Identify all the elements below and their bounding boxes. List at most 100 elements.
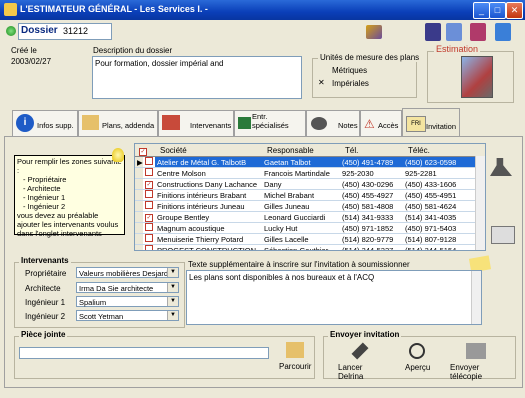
chevron-down-icon: ▼ bbox=[167, 268, 178, 277]
cell-societe: Groupe Bentley bbox=[155, 211, 262, 223]
tab-entr-specialises-label: Entr. spécialisés bbox=[252, 112, 289, 130]
cell-responsable: Dany bbox=[262, 178, 340, 190]
row-checkbox[interactable]: ✓ bbox=[143, 178, 155, 190]
close-button[interactable]: ✕ bbox=[506, 2, 523, 19]
ingenieur1-select[interactable]: Spalium ▼ bbox=[76, 296, 179, 307]
row-checkbox[interactable] bbox=[143, 222, 155, 234]
select-all-checkbox[interactable]: ✓ bbox=[139, 146, 147, 156]
row-checkbox[interactable] bbox=[143, 233, 155, 245]
tab-entr-specialises[interactable]: Entr. spécialisés bbox=[234, 110, 306, 136]
table-row[interactable]: Magnum acoustique Lucky Hut (450) 971-1852… bbox=[135, 222, 475, 234]
supplement-scrollbar[interactable] bbox=[471, 271, 481, 324]
tab-notes-label: Notes bbox=[338, 121, 358, 130]
table-row[interactable]: ✓ Constructions Dany Lachance Dany (450) 43… bbox=[135, 178, 475, 190]
ingenieur1-value: Spalium bbox=[79, 298, 107, 307]
cell-societe: PROGEST CONSTRUCTION bbox=[155, 244, 262, 250]
minimize-button[interactable]: _ bbox=[473, 2, 490, 19]
lancer-delrina-label: Lancer Delrina bbox=[338, 363, 364, 381]
book-icon[interactable] bbox=[470, 23, 486, 41]
cell-telec: (514) 807-9128 bbox=[403, 233, 475, 245]
supplement-label: Texte supplémentaire à inscrire sur l'in… bbox=[188, 260, 410, 269]
cell-tel: (450) 491-4789 bbox=[340, 157, 403, 168]
cell-societe: Menuiserie Thierry Potard bbox=[155, 233, 262, 245]
cell-tel: (450) 581-4808 bbox=[340, 200, 403, 212]
parcourir-button[interactable]: Parcourir bbox=[277, 340, 313, 374]
col-societe[interactable]: Société bbox=[160, 146, 187, 155]
imperial-checkbox[interactable]: ✕ bbox=[318, 79, 326, 87]
proprietaire-select[interactable]: Valeurs mobilières Desjardins ▼ bbox=[76, 267, 179, 278]
col-responsable[interactable]: Responsable bbox=[267, 146, 314, 155]
estimation-label: Estimation bbox=[434, 44, 481, 54]
maximize-button[interactable]: □ bbox=[489, 2, 506, 19]
cell-tel: (450) 430-0296 bbox=[340, 178, 403, 190]
lancer-delrina-button[interactable]: Lancer Delrina bbox=[336, 342, 384, 381]
printer-icon[interactable] bbox=[491, 226, 515, 244]
table-grid: ▶ Atelier de Métal G. TalbotB Gaetan Talbo… bbox=[135, 157, 475, 250]
col-telec[interactable]: Téléc. bbox=[408, 146, 430, 155]
apercu-button[interactable]: Aperçu bbox=[399, 342, 435, 375]
cell-societe: Finitions intérieurs Juneau bbox=[155, 200, 262, 212]
tab-plans-addenda[interactable]: Plans, addenda bbox=[78, 110, 158, 136]
cell-responsable: Gaetan Talbot bbox=[262, 157, 340, 168]
cell-societe: Centre Molson bbox=[155, 167, 262, 179]
table-row[interactable]: Finitions intérieurs Brabant Michel Braba… bbox=[135, 189, 475, 201]
table-row[interactable]: Centre Molson Francois Martindale 925-2030… bbox=[135, 167, 475, 179]
proprietaire-label: Propriétaire bbox=[25, 269, 67, 278]
cell-tel: (450) 971-1852 bbox=[340, 222, 403, 234]
chevron-down-icon: ▼ bbox=[167, 311, 178, 320]
cell-telec: 925-2281 bbox=[403, 167, 475, 179]
col-tel[interactable]: Tél. bbox=[345, 146, 358, 155]
metric-checkbox[interactable] bbox=[318, 66, 326, 74]
estimation-button[interactable] bbox=[461, 56, 493, 98]
table-scrollbar[interactable] bbox=[475, 156, 485, 250]
tab-notes[interactable]: Notes bbox=[306, 110, 360, 136]
tab-acces[interactable]: ⚠ Accès bbox=[360, 110, 402, 136]
tab-infos-supp[interactable]: i Infos supp. bbox=[12, 110, 78, 136]
row-pointer bbox=[135, 244, 143, 250]
row-pointer bbox=[135, 222, 143, 234]
tab-invitation-label: Invitation bbox=[426, 122, 457, 131]
row-checkbox[interactable]: ✓ bbox=[143, 211, 155, 223]
architecte-value: Irma Da Sie architecte bbox=[79, 284, 154, 293]
row-checkbox[interactable] bbox=[143, 157, 155, 168]
envoyer-telecopie-button[interactable]: Envoyer télécopie bbox=[448, 342, 506, 381]
chevron-down-icon: ▼ bbox=[167, 283, 178, 292]
table-row[interactable]: PROGEST CONSTRUCTION Sébastien Gauthier (5… bbox=[135, 244, 475, 250]
save-icon[interactable] bbox=[425, 23, 441, 41]
tab-intervenants[interactable]: Intervenants bbox=[158, 110, 234, 136]
description-label: Description du dossier bbox=[93, 46, 173, 55]
supplement-textarea[interactable]: Les plans sont disponibles à nos bureaux… bbox=[186, 270, 482, 325]
help-note: Pour remplir les zones suivante : - Prop… bbox=[14, 155, 125, 238]
table-row[interactable]: Finitions intérieurs Juneau Gilles Juneau… bbox=[135, 200, 475, 212]
row-checkbox[interactable] bbox=[143, 189, 155, 201]
table-header: ✓ Société Responsable Tél. Téléc. bbox=[135, 144, 485, 157]
table-row[interactable]: ▶ Atelier de Métal G. TalbotB Gaetan Talbo… bbox=[135, 157, 475, 168]
piece-jointe-input[interactable] bbox=[19, 347, 269, 359]
checkbox-icon bbox=[145, 157, 153, 165]
fax-icon bbox=[466, 343, 486, 359]
title-bar: L'ESTIMATEUR GÉNÉRAL - Les Services I. -… bbox=[0, 0, 525, 20]
table-row[interactable]: ✓ Groupe Bentley Leonard Gucciardi (514) 34… bbox=[135, 211, 475, 223]
row-pointer bbox=[135, 178, 143, 190]
ingenieur2-select[interactable]: Scott Yetman ▼ bbox=[76, 310, 179, 321]
piece-jointe-title: Pièce jointe bbox=[19, 330, 68, 339]
tab-acces-label: Accès bbox=[378, 121, 399, 130]
disk-icon[interactable] bbox=[446, 23, 462, 41]
units-title: Unités de mesure des plans bbox=[318, 53, 422, 62]
warning-icon: ⚠ bbox=[364, 117, 375, 131]
help-note-line1: Pour remplir les zones suivante : bbox=[17, 157, 122, 175]
envoyer-title: Envoyer invitation bbox=[328, 330, 402, 339]
checkbox-icon: ✓ bbox=[145, 181, 153, 189]
architecte-select[interactable]: Irma Da Sie architecte ▼ bbox=[76, 282, 179, 293]
tools-icon[interactable] bbox=[366, 25, 382, 39]
description-textarea[interactable]: Pour formation, dossier impérial and bbox=[92, 56, 302, 99]
row-checkbox[interactable] bbox=[143, 244, 155, 250]
ingenieur2-label: Ingénieur 2 bbox=[25, 312, 66, 321]
row-pointer: ▶ bbox=[135, 157, 143, 168]
table-row[interactable]: Menuiserie Thierry Potard Gilles Lacelle(… bbox=[135, 233, 475, 245]
tab-invitation[interactable]: FRI Invitation bbox=[402, 108, 460, 137]
exit-icon[interactable] bbox=[495, 23, 511, 41]
row-checkbox[interactable] bbox=[143, 200, 155, 212]
row-checkbox[interactable] bbox=[143, 167, 155, 179]
info-icon: i bbox=[16, 114, 34, 132]
